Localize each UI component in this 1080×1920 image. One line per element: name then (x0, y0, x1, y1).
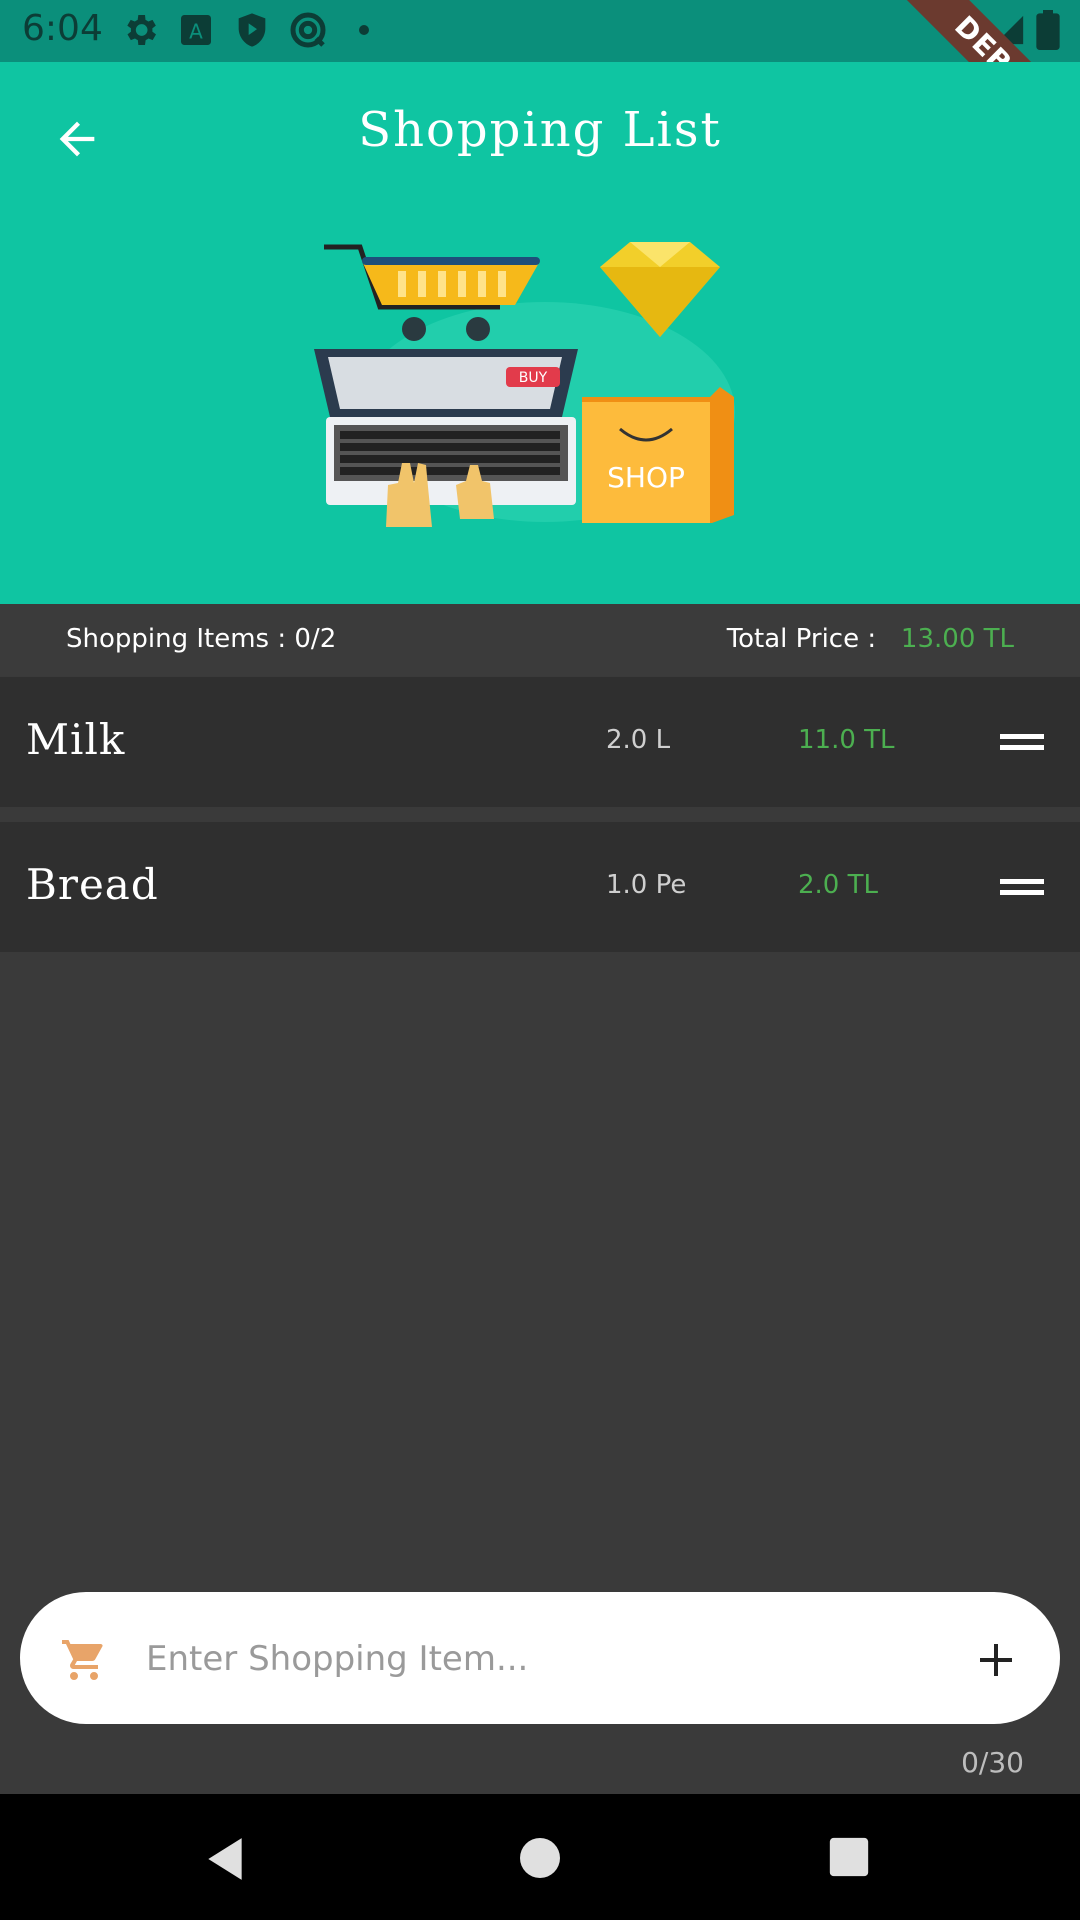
cart-icon (62, 1640, 103, 1680)
dot-icon (359, 25, 369, 35)
list-item[interactable]: Milk 2.0 L 11.0 TL (0, 677, 1080, 807)
item-price: 11.0 TL (798, 725, 895, 755)
circle-at-icon (290, 12, 326, 48)
nav-back-icon[interactable] (200, 1834, 250, 1884)
item-name: Milk (26, 715, 126, 764)
summary-bar: Shopping Items : 0/2 Total Price : 13.00… (0, 604, 1080, 676)
drag-handle-icon[interactable] (1000, 727, 1044, 757)
status-bar: 6:04 A DEBUG (0, 0, 1080, 184)
total-price-label: Total Price : (726, 624, 877, 654)
drag-handle-icon[interactable] (1000, 872, 1044, 902)
total-price: Total Price : 13.00 TL (727, 624, 1014, 654)
shopping-item-input-bar (20, 1592, 1060, 1724)
svg-text:A: A (189, 19, 203, 43)
page-title: Shopping List (358, 102, 722, 158)
shopping-bag-illustration: SHOP (582, 387, 734, 523)
status-icons: A (120, 10, 384, 50)
item-quantity: 1.0 Pe (606, 870, 687, 900)
shield-icon (238, 13, 266, 47)
shop-label: SHOP (607, 461, 685, 494)
settings-icon (127, 15, 156, 45)
navigation-bar (0, 1794, 1080, 1920)
item-price: 2.0 TL (798, 870, 878, 900)
laptop-illustration: BUY (314, 349, 578, 527)
nav-recent-apps-icon[interactable] (826, 1834, 872, 1880)
item-quantity: 2.0 L (606, 725, 671, 755)
buy-label: BUY (519, 370, 548, 386)
add-icon[interactable] (972, 1636, 1020, 1684)
character-counter: 0/30 (961, 1746, 1024, 1779)
status-time: 6:04 (22, 8, 103, 49)
item-name: Bread (26, 860, 159, 909)
total-price-value: 13.00 TL (900, 624, 1014, 654)
header: Shopping List BUY SHOP (0, 62, 1080, 604)
shopping-items-count: Shopping Items : 0/2 (66, 624, 337, 654)
font-a-icon: A (181, 15, 211, 45)
list-item[interactable]: Bread 1.0 Pe 2.0 TL (0, 822, 1080, 952)
shopping-illustration: BUY SHOP (314, 242, 735, 527)
battery-icon (1036, 10, 1060, 50)
shopping-item-input[interactable] (144, 1622, 948, 1696)
nav-home-icon[interactable] (516, 1834, 564, 1882)
